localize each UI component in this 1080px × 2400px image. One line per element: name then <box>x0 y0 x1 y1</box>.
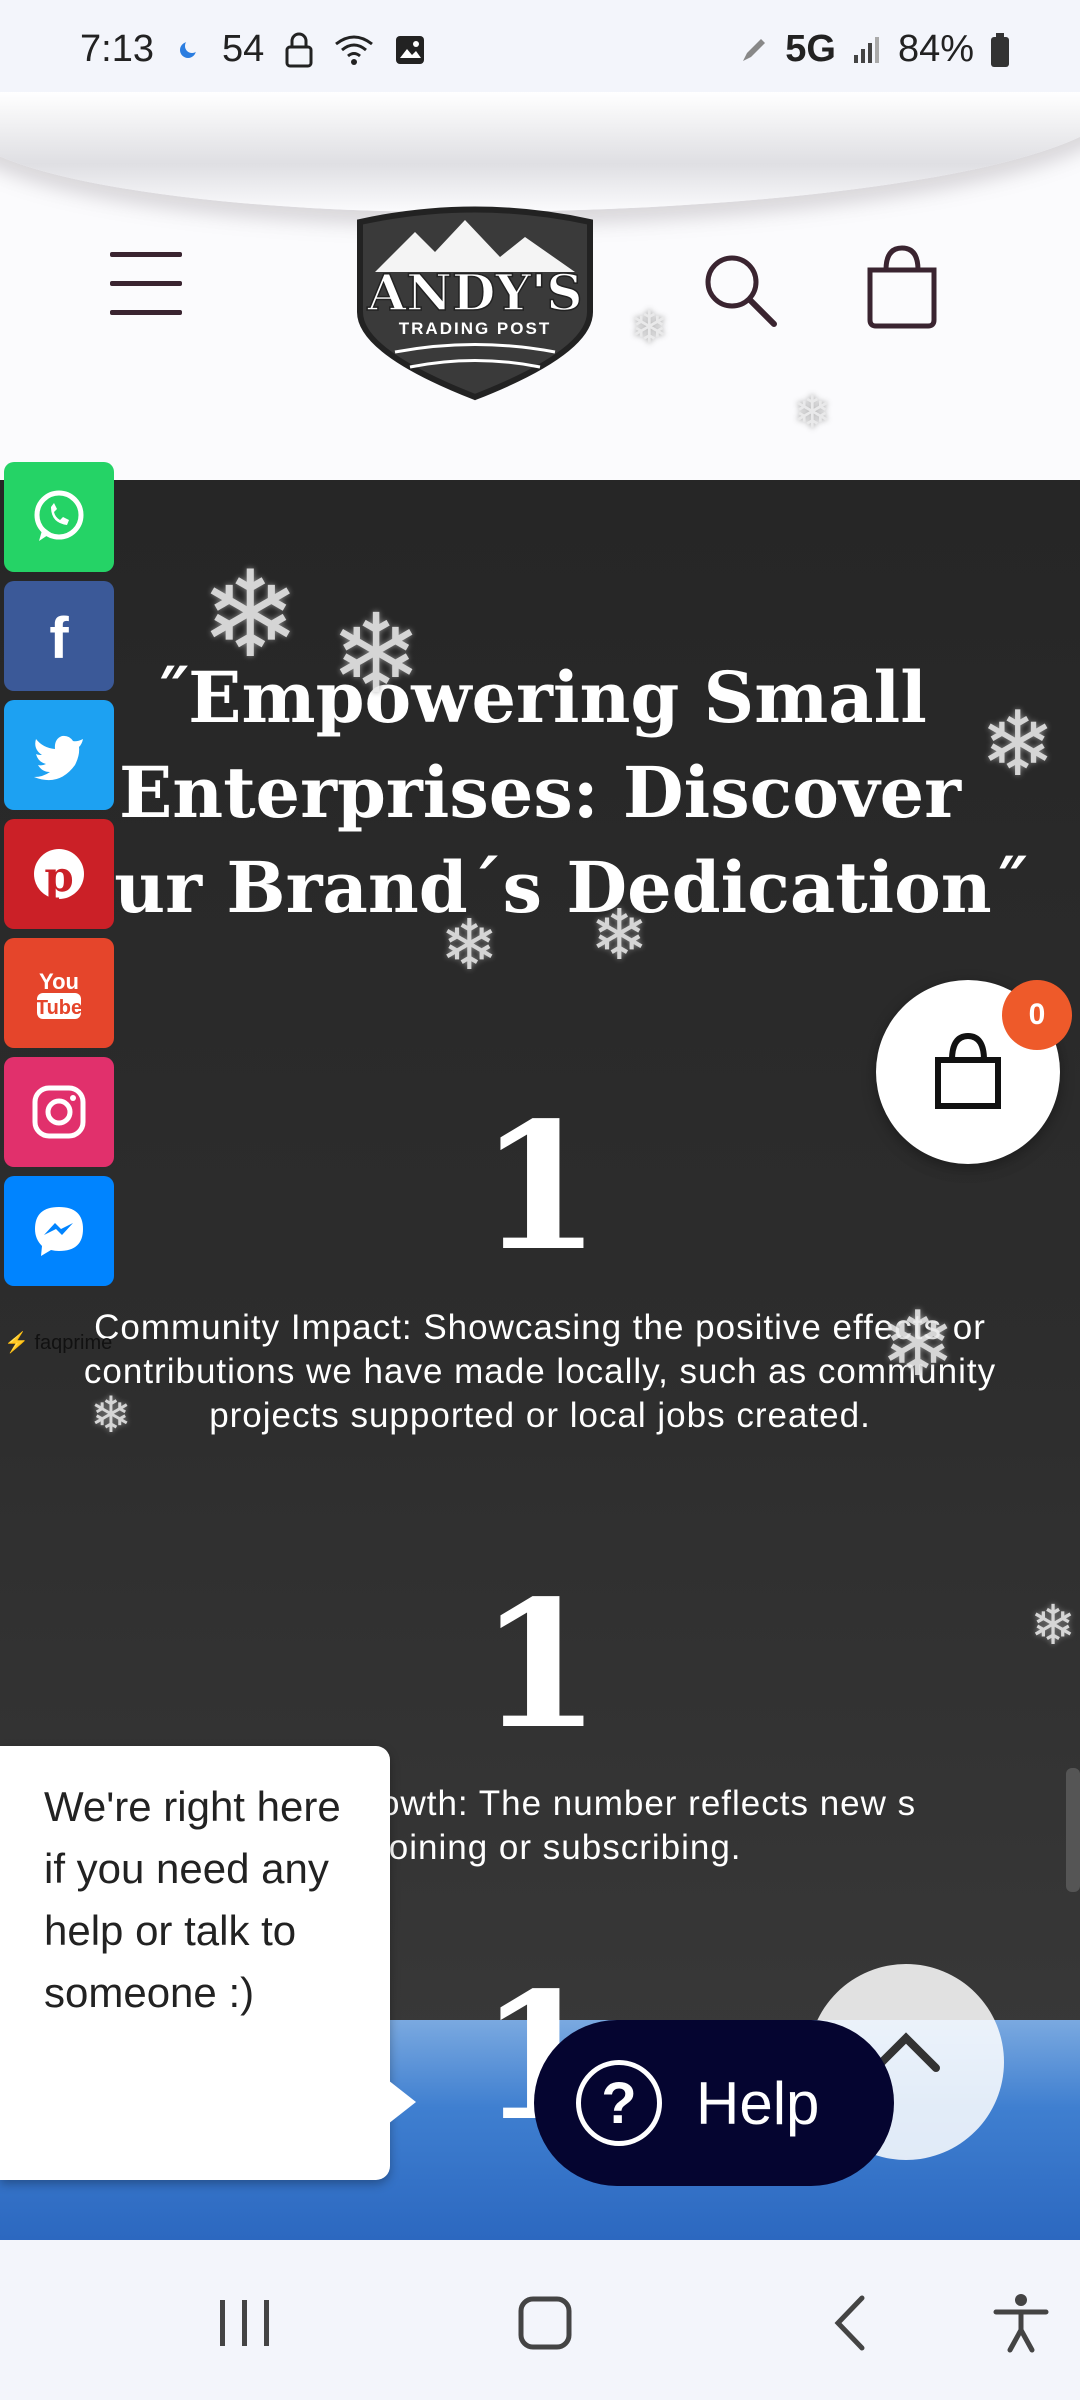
twitter-icon <box>34 735 83 781</box>
pinterest-button[interactable]: p <box>4 819 114 929</box>
youtube-icon: You Tube <box>36 969 82 1019</box>
android-nav-bar <box>0 2240 1080 2400</box>
svg-text:Tube: Tube <box>36 997 82 1019</box>
pinterest-icon: p <box>34 849 84 901</box>
snowflake-icon: ❄ <box>440 906 499 984</box>
status-temp: 54 <box>221 28 265 70</box>
snowflake-icon: ❄ <box>1030 1594 1077 1656</box>
snowflake-icon: ❄ <box>630 301 669 353</box>
social-sidebar: f p You Tube <box>4 462 116 1295</box>
recent-apps-button[interactable] <box>210 2288 280 2358</box>
help-button[interactable]: ? Help <box>534 2020 894 2186</box>
logo-sub: TRADING POST <box>399 319 551 338</box>
twitter-button[interactable] <box>4 700 114 810</box>
help-message-text: We're right here if you need any help or… <box>44 1783 341 2016</box>
messenger-button[interactable] <box>4 1176 114 1286</box>
battery-icon <box>990 32 1010 67</box>
snowflake-icon: ❄ <box>90 1387 132 1443</box>
pen-icon <box>739 35 769 65</box>
snow-decoration <box>0 92 1080 212</box>
snowflake-icon: ❄ <box>590 896 649 974</box>
image-icon <box>394 34 426 66</box>
help-message-bubble: We're right here if you need any help or… <box>0 1746 390 2180</box>
facebook-icon: f <box>49 606 69 666</box>
snowflake-icon: ❄ <box>880 1295 956 1395</box>
cart-count-badge: 0 <box>1002 980 1072 1050</box>
youtube-button[interactable]: You Tube <box>4 938 114 1048</box>
instagram-icon <box>32 1085 86 1139</box>
snowflake-icon: ❄ <box>330 593 423 716</box>
home-button[interactable] <box>510 2288 580 2358</box>
battery-percent: 84% <box>897 28 974 70</box>
section-title: ˝Empowering Small Enterprises: Discover … <box>53 656 1027 929</box>
facebook-button[interactable]: f <box>4 581 114 691</box>
snowflake-icon: ❄ <box>200 548 301 682</box>
network-label: 5G <box>785 28 836 70</box>
wifi-icon <box>334 34 374 66</box>
status-bar: 7:13 54 5G 84% <box>0 0 1080 92</box>
faqprime-brand[interactable]: ⚡ faqprime <box>4 1330 112 1355</box>
site-header: ANDY'S TRADING POST ❄ ❄ <box>0 92 1080 480</box>
stat-number: 1 <box>479 1563 601 1768</box>
logo-name: ANDY'S <box>367 263 583 322</box>
whatsapp-button[interactable] <box>4 462 114 572</box>
question-icon: ? <box>576 2060 662 2146</box>
snowflake-icon: ❄ <box>980 695 1056 795</box>
svg-text:p: p <box>44 852 73 901</box>
cart-icon[interactable] <box>862 242 942 332</box>
site-logo[interactable]: ANDY'S TRADING POST <box>340 202 610 402</box>
bubble-tail <box>388 2080 416 2124</box>
svg-text:f: f <box>49 606 69 666</box>
messenger-icon <box>35 1207 83 1256</box>
lock-icon <box>284 32 314 68</box>
svg-text:You: You <box>39 969 79 994</box>
back-button[interactable] <box>816 2288 886 2358</box>
snowflake-icon: ❄ <box>793 386 832 438</box>
instagram-button[interactable] <box>4 1057 114 1167</box>
menu-button[interactable] <box>110 252 182 316</box>
stat-description: owth: The number reflects new s joining … <box>380 1784 917 1867</box>
weather-icon <box>174 36 202 64</box>
whatsapp-icon <box>34 490 84 541</box>
signal-icon <box>852 35 882 65</box>
help-button-label: Help <box>696 2069 820 2137</box>
search-icon[interactable] <box>700 250 780 330</box>
page-scrollbar[interactable] <box>1066 1768 1080 1892</box>
status-time: 7:13 <box>80 28 154 70</box>
accessibility-icon[interactable] <box>986 2288 1056 2358</box>
